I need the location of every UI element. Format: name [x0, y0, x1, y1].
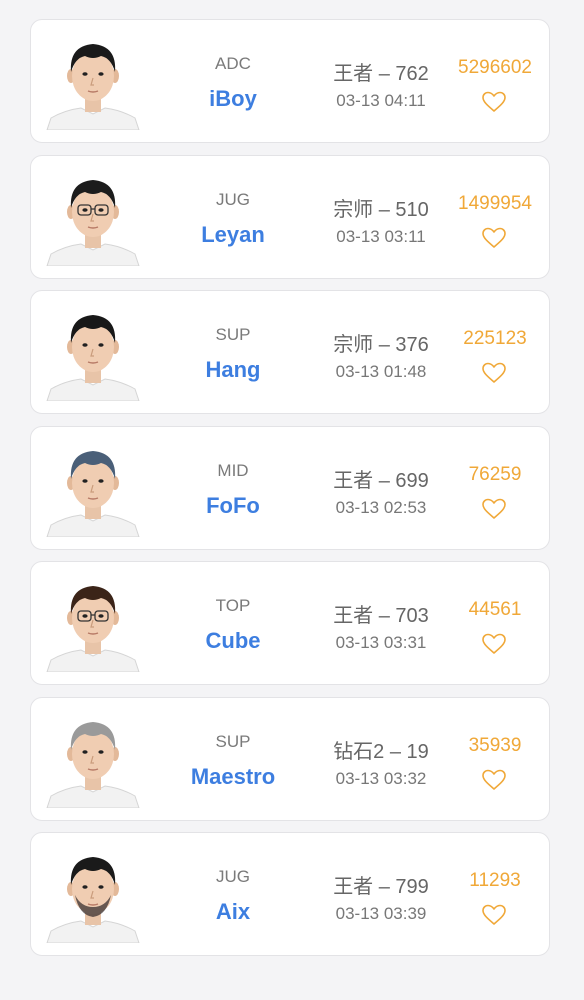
player-name[interactable]: Cube [171, 628, 295, 654]
player-avatar [45, 712, 141, 808]
player-name[interactable]: Maestro [171, 764, 295, 790]
player-name[interactable]: Hang [171, 357, 295, 383]
player-card[interactable]: SUP Maestro 钻石2 – 19 03-13 03:32 35939 [30, 696, 550, 821]
like-count: 44561 [468, 599, 522, 620]
player-card[interactable]: MID FoFo 王者 – 699 03-13 02:53 76259 [30, 425, 550, 550]
heart-icon[interactable] [481, 497, 507, 521]
player-rank: 王者 – 699 [333, 469, 429, 492]
player-timestamp: 03-13 02:53 [335, 497, 427, 517]
heart-icon[interactable] [481, 226, 507, 250]
player-avatar [45, 576, 141, 672]
heart-icon[interactable] [481, 361, 507, 385]
heart-icon[interactable] [481, 903, 507, 927]
player-timestamp: 03-13 03:39 [335, 904, 427, 923]
player-role: SUP [215, 325, 251, 344]
player-role: JUG [216, 189, 250, 209]
player-avatar [45, 305, 141, 401]
player-role: TOP [215, 596, 251, 615]
player-name[interactable]: iBoy [171, 86, 295, 112]
player-avatar [45, 441, 141, 537]
heart-icon[interactable] [481, 90, 507, 114]
player-card[interactable]: ADC iBoy 王者 – 762 03-13 04:11 5296602 [30, 19, 550, 143]
like-count: 76259 [468, 463, 522, 485]
player-timestamp: 03-13 03:31 [335, 633, 427, 652]
like-count: 1499954 [458, 192, 532, 214]
player-rank: 王者 – 703 [333, 605, 429, 627]
player-card[interactable]: SUP Hang 宗师 – 376 03-13 01:48 225123 [30, 290, 550, 414]
player-name[interactable]: Leyan [171, 222, 295, 248]
player-rank: 钻石2 – 19 [333, 740, 429, 763]
player-rank: 王者 – 799 [333, 876, 429, 898]
like-count: 5296602 [458, 57, 532, 78]
heart-icon[interactable] [481, 632, 507, 656]
player-card[interactable]: JUG Aix 王者 – 799 03-13 03:39 11293 [30, 832, 550, 956]
player-list: ADC iBoy 王者 – 762 03-13 04:11 5296602 JUG Leya… [0, 0, 584, 1000]
player-timestamp: 03-13 03:11 [336, 226, 426, 246]
player-rank: 宗师 – 376 [333, 334, 429, 356]
player-role: ADC [215, 54, 251, 73]
like-count: 11293 [469, 870, 521, 891]
player-rank: 宗师 – 510 [333, 198, 429, 221]
player-avatar [45, 847, 141, 943]
player-timestamp: 03-13 03:32 [335, 768, 427, 788]
player-card[interactable]: TOP Cube 王者 – 703 03-13 03:31 44561 [30, 561, 550, 685]
like-count: 225123 [463, 328, 527, 349]
player-avatar [45, 170, 141, 266]
like-count: 35939 [468, 734, 522, 756]
player-name[interactable]: Aix [171, 899, 295, 925]
player-role: SUP [215, 731, 251, 751]
player-name[interactable]: FoFo [171, 493, 295, 519]
player-timestamp: 03-13 04:11 [336, 91, 426, 110]
player-card[interactable]: JUG Leyan 宗师 – 510 03-13 03:11 1499954 [30, 154, 550, 279]
heart-icon[interactable] [481, 768, 507, 792]
player-role: JUG [216, 867, 250, 886]
player-timestamp: 03-13 01:48 [335, 362, 427, 381]
player-avatar [45, 34, 141, 130]
player-role: MID [217, 460, 249, 480]
player-rank: 王者 – 762 [333, 63, 429, 85]
